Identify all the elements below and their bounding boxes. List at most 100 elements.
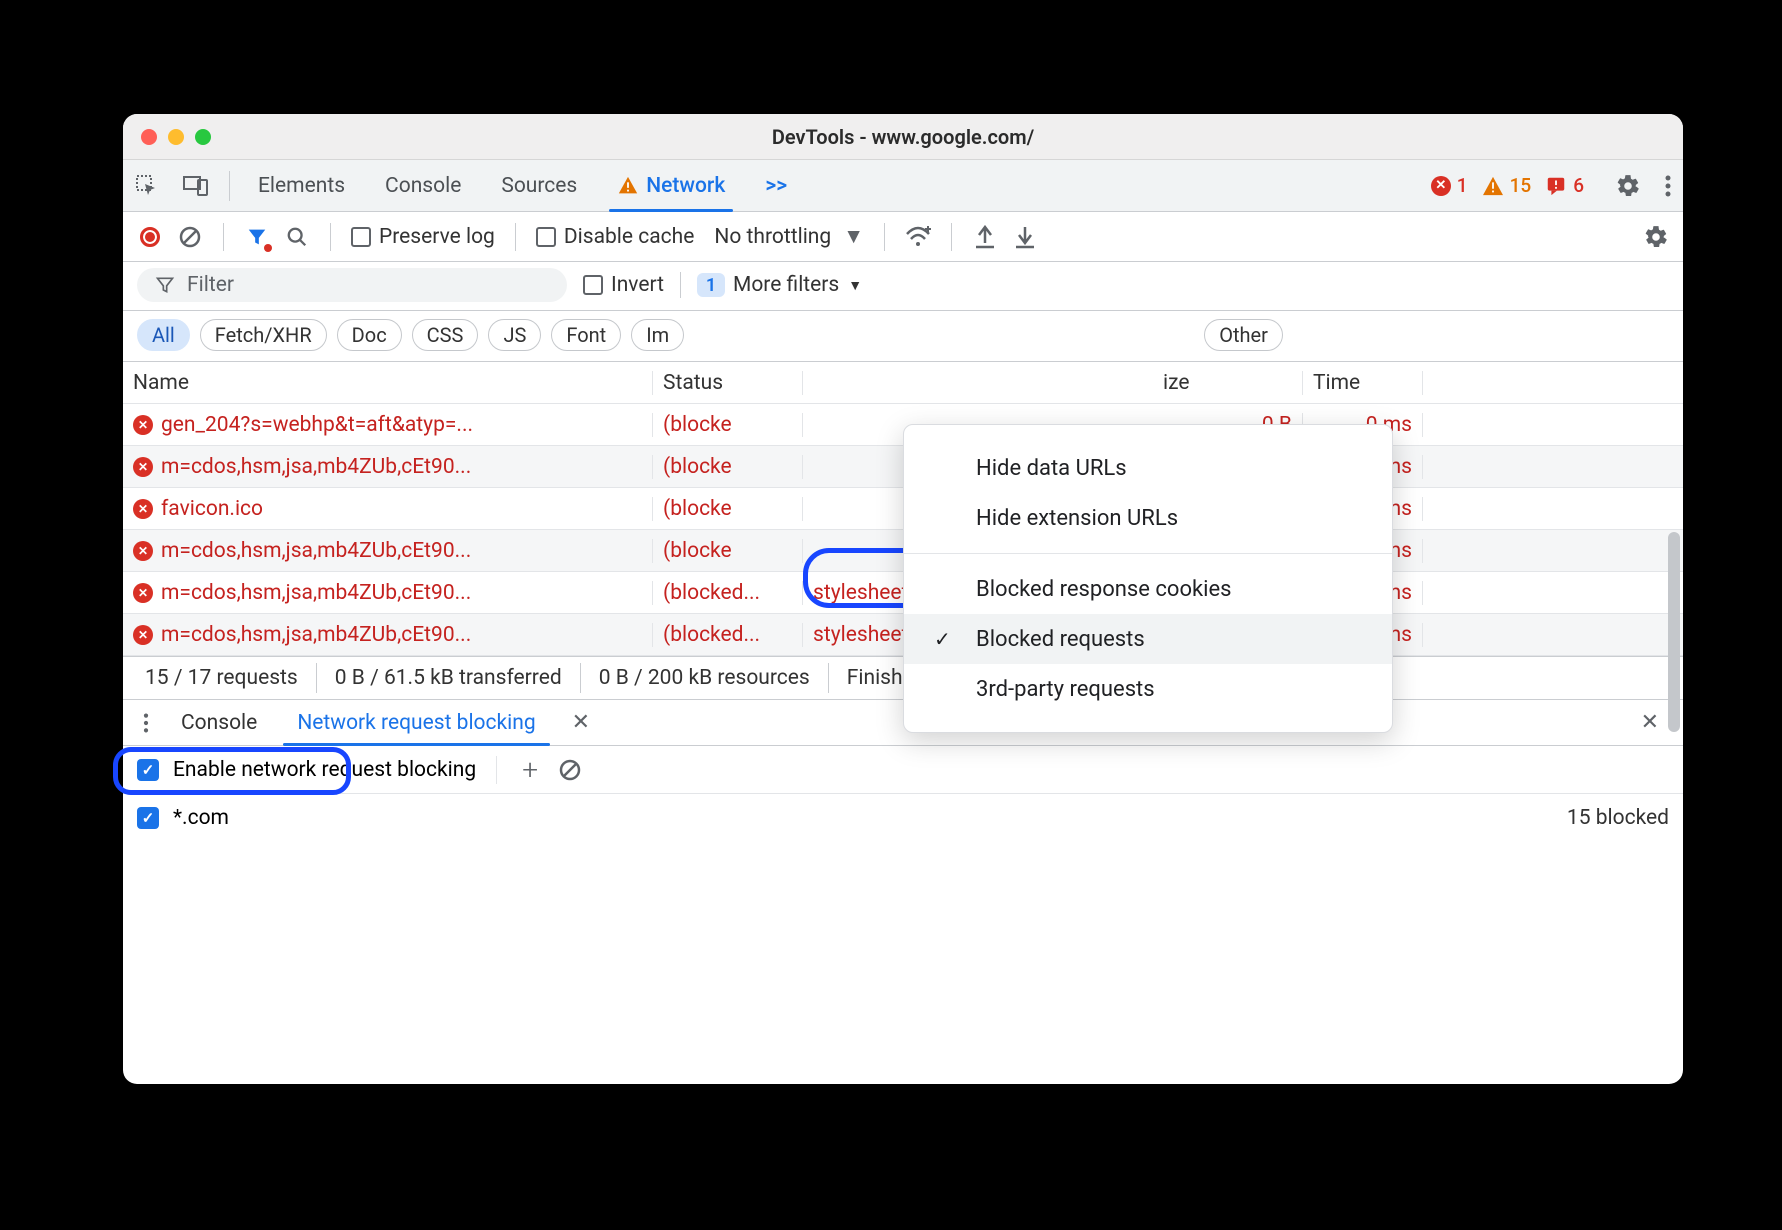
blocked-count: 15 blocked	[1567, 806, 1669, 830]
search-icon[interactable]	[284, 224, 310, 250]
tab-network[interactable]: Network	[597, 160, 745, 211]
pattern-text: *.com	[173, 806, 229, 830]
separator	[223, 223, 224, 251]
request-status: (blocke	[653, 497, 803, 521]
chip-fetch-xhr[interactable]: Fetch/XHR	[200, 319, 327, 351]
request-name: favicon.ico	[161, 497, 263, 521]
scrollbar[interactable]	[1668, 532, 1680, 732]
status-resources: 0 B / 200 kB resources	[581, 663, 829, 692]
disable-cache-label: Disable cache	[564, 225, 695, 249]
close-tab-icon[interactable]: ✕	[558, 710, 604, 735]
status-transferred: 0 B / 61.5 kB transferred	[317, 663, 581, 692]
tabs-overflow-button[interactable]: >>	[745, 160, 807, 211]
blocking-pattern-row[interactable]: *.com 15 blocked	[123, 794, 1683, 842]
chip-other[interactable]: Other	[1204, 319, 1283, 351]
export-har-icon[interactable]	[972, 224, 998, 250]
main-toolbar: Elements Console Sources Network >> ✕ 1 …	[123, 160, 1683, 212]
more-filters-dropdown: Hide data URLs Hide extension URLs Block…	[903, 424, 1393, 733]
import-har-icon[interactable]	[1012, 224, 1038, 250]
request-name: m=cdos,hsm,jsa,mb4ZUb,cEt90...	[161, 581, 471, 605]
more-filters-button[interactable]: 1 More filters ▼	[697, 273, 862, 297]
network-toolbar: Preserve log Disable cache No throttling…	[123, 212, 1683, 262]
message-count-badge[interactable]: 6	[1545, 174, 1584, 197]
close-window-button[interactable]	[141, 129, 157, 145]
settings-icon[interactable]	[1603, 160, 1653, 211]
chip-all[interactable]: All	[137, 319, 190, 351]
separator	[496, 756, 497, 784]
disable-cache-checkbox[interactable]: Disable cache	[536, 225, 695, 249]
traffic-lights	[123, 129, 211, 145]
col-size[interactable]: ize	[1153, 371, 1303, 395]
error-icon	[133, 415, 153, 435]
close-drawer-icon[interactable]: ✕	[1627, 710, 1673, 735]
chip-font[interactable]: Font	[551, 319, 621, 351]
blocking-toolbar: Enable network request blocking +	[123, 746, 1683, 794]
error-icon	[133, 583, 153, 603]
request-name: m=cdos,hsm,jsa,mb4ZUb,cEt90...	[161, 455, 471, 479]
warning-count: 15	[1510, 174, 1532, 197]
col-name[interactable]: Name	[123, 371, 653, 395]
grid-header[interactable]: Name Status ize Time	[123, 362, 1683, 404]
invert-label: Invert	[611, 273, 664, 297]
titlebar: DevTools - www.google.com/	[123, 114, 1683, 160]
message-count: 6	[1573, 174, 1584, 197]
col-time[interactable]: Time	[1303, 371, 1423, 395]
separator	[884, 223, 885, 251]
filter-input[interactable]: Filter	[137, 268, 567, 302]
error-icon	[133, 499, 153, 519]
more-filters-label: More filters	[733, 273, 839, 297]
chip-img[interactable]: Im	[631, 319, 684, 351]
filter-blocked-cookies[interactable]: Blocked response cookies	[904, 564, 1392, 614]
tab-elements[interactable]: Elements	[238, 160, 365, 211]
separator	[904, 553, 1392, 554]
preserve-log-checkbox[interactable]: Preserve log	[351, 225, 495, 249]
chip-doc[interactable]: Doc	[337, 319, 402, 351]
pattern-checkbox[interactable]	[137, 807, 159, 829]
filter-placeholder: Filter	[187, 273, 234, 297]
clear-button[interactable]	[177, 224, 203, 250]
inspect-element-icon[interactable]	[123, 160, 171, 211]
funnel-icon	[155, 275, 175, 295]
filter-toggle-icon[interactable]	[244, 224, 270, 250]
filter-3rd-party-requests[interactable]: 3rd-party requests	[904, 664, 1392, 714]
type-filter-chips: All Fetch/XHR Doc CSS JS Font Im Other	[123, 311, 1683, 362]
separator	[951, 223, 952, 251]
separator	[229, 171, 230, 201]
filter-hide-extension-urls[interactable]: Hide extension URLs	[904, 493, 1392, 543]
maximize-window-button[interactable]	[195, 129, 211, 145]
chip-js[interactable]: JS	[488, 319, 541, 351]
invert-checkbox[interactable]: Invert	[583, 273, 664, 297]
warning-count-badge[interactable]: 15	[1482, 174, 1532, 197]
chevron-down-icon: ▼	[848, 277, 862, 294]
error-icon	[133, 457, 153, 477]
throttling-select[interactable]: No throttling ▼	[714, 225, 864, 249]
request-name: m=cdos,hsm,jsa,mb4ZUb,cEt90...	[161, 623, 471, 647]
chip-css[interactable]: CSS	[412, 319, 479, 351]
filter-hide-data-urls[interactable]: Hide data URLs	[904, 443, 1392, 493]
drawer-tab-console[interactable]: Console	[163, 700, 275, 745]
minimize-window-button[interactable]	[168, 129, 184, 145]
drawer-menu-icon[interactable]	[133, 712, 159, 734]
error-count-badge[interactable]: ✕ 1	[1431, 174, 1468, 197]
device-toolbar-icon[interactable]	[171, 160, 221, 211]
request-name: m=cdos,hsm,jsa,mb4ZUb,cEt90...	[161, 539, 471, 563]
highlight-requests-ring	[113, 747, 351, 795]
filter-blocked-requests[interactable]: Blocked requests	[904, 614, 1392, 664]
drawer-tab-blocking[interactable]: Network request blocking	[279, 700, 553, 745]
record-button[interactable]	[137, 224, 163, 250]
tab-console[interactable]: Console	[365, 160, 481, 211]
clear-patterns-icon[interactable]	[557, 757, 583, 783]
request-status: (blocked...	[653, 623, 803, 647]
request-status: (blocke	[653, 413, 803, 437]
filter-row: Filter Invert 1 More filters ▼	[123, 262, 1683, 311]
network-settings-icon[interactable]	[1643, 224, 1669, 250]
devtools-window: DevTools - www.google.com/ Elements Cons…	[123, 114, 1683, 1084]
col-status[interactable]: Status	[653, 371, 803, 395]
error-count: 1	[1457, 174, 1468, 197]
network-conditions-icon[interactable]	[905, 224, 931, 250]
preserve-log-label: Preserve log	[379, 225, 495, 249]
kebab-menu-icon[interactable]	[1653, 160, 1683, 211]
add-pattern-icon[interactable]: +	[517, 757, 543, 783]
request-status: (blocke	[653, 455, 803, 479]
tab-sources[interactable]: Sources	[481, 160, 597, 211]
